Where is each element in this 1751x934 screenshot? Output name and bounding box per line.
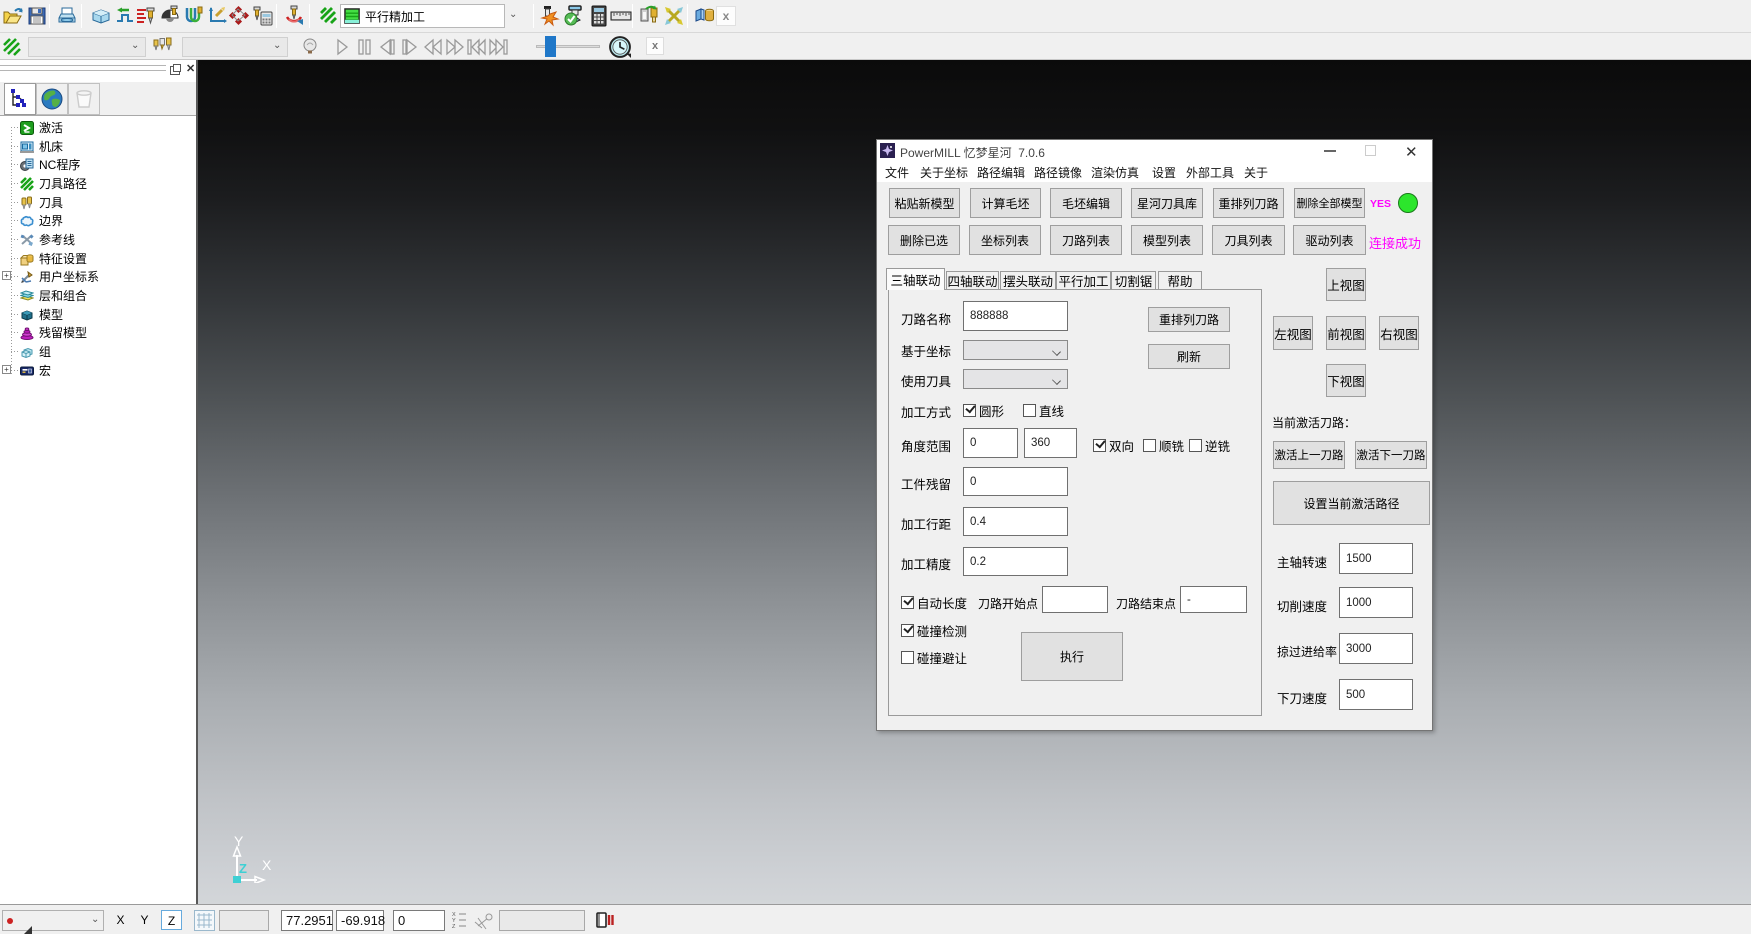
svg-text:Z: Z: [239, 861, 247, 876]
svg-text:Z: Z: [452, 924, 456, 929]
